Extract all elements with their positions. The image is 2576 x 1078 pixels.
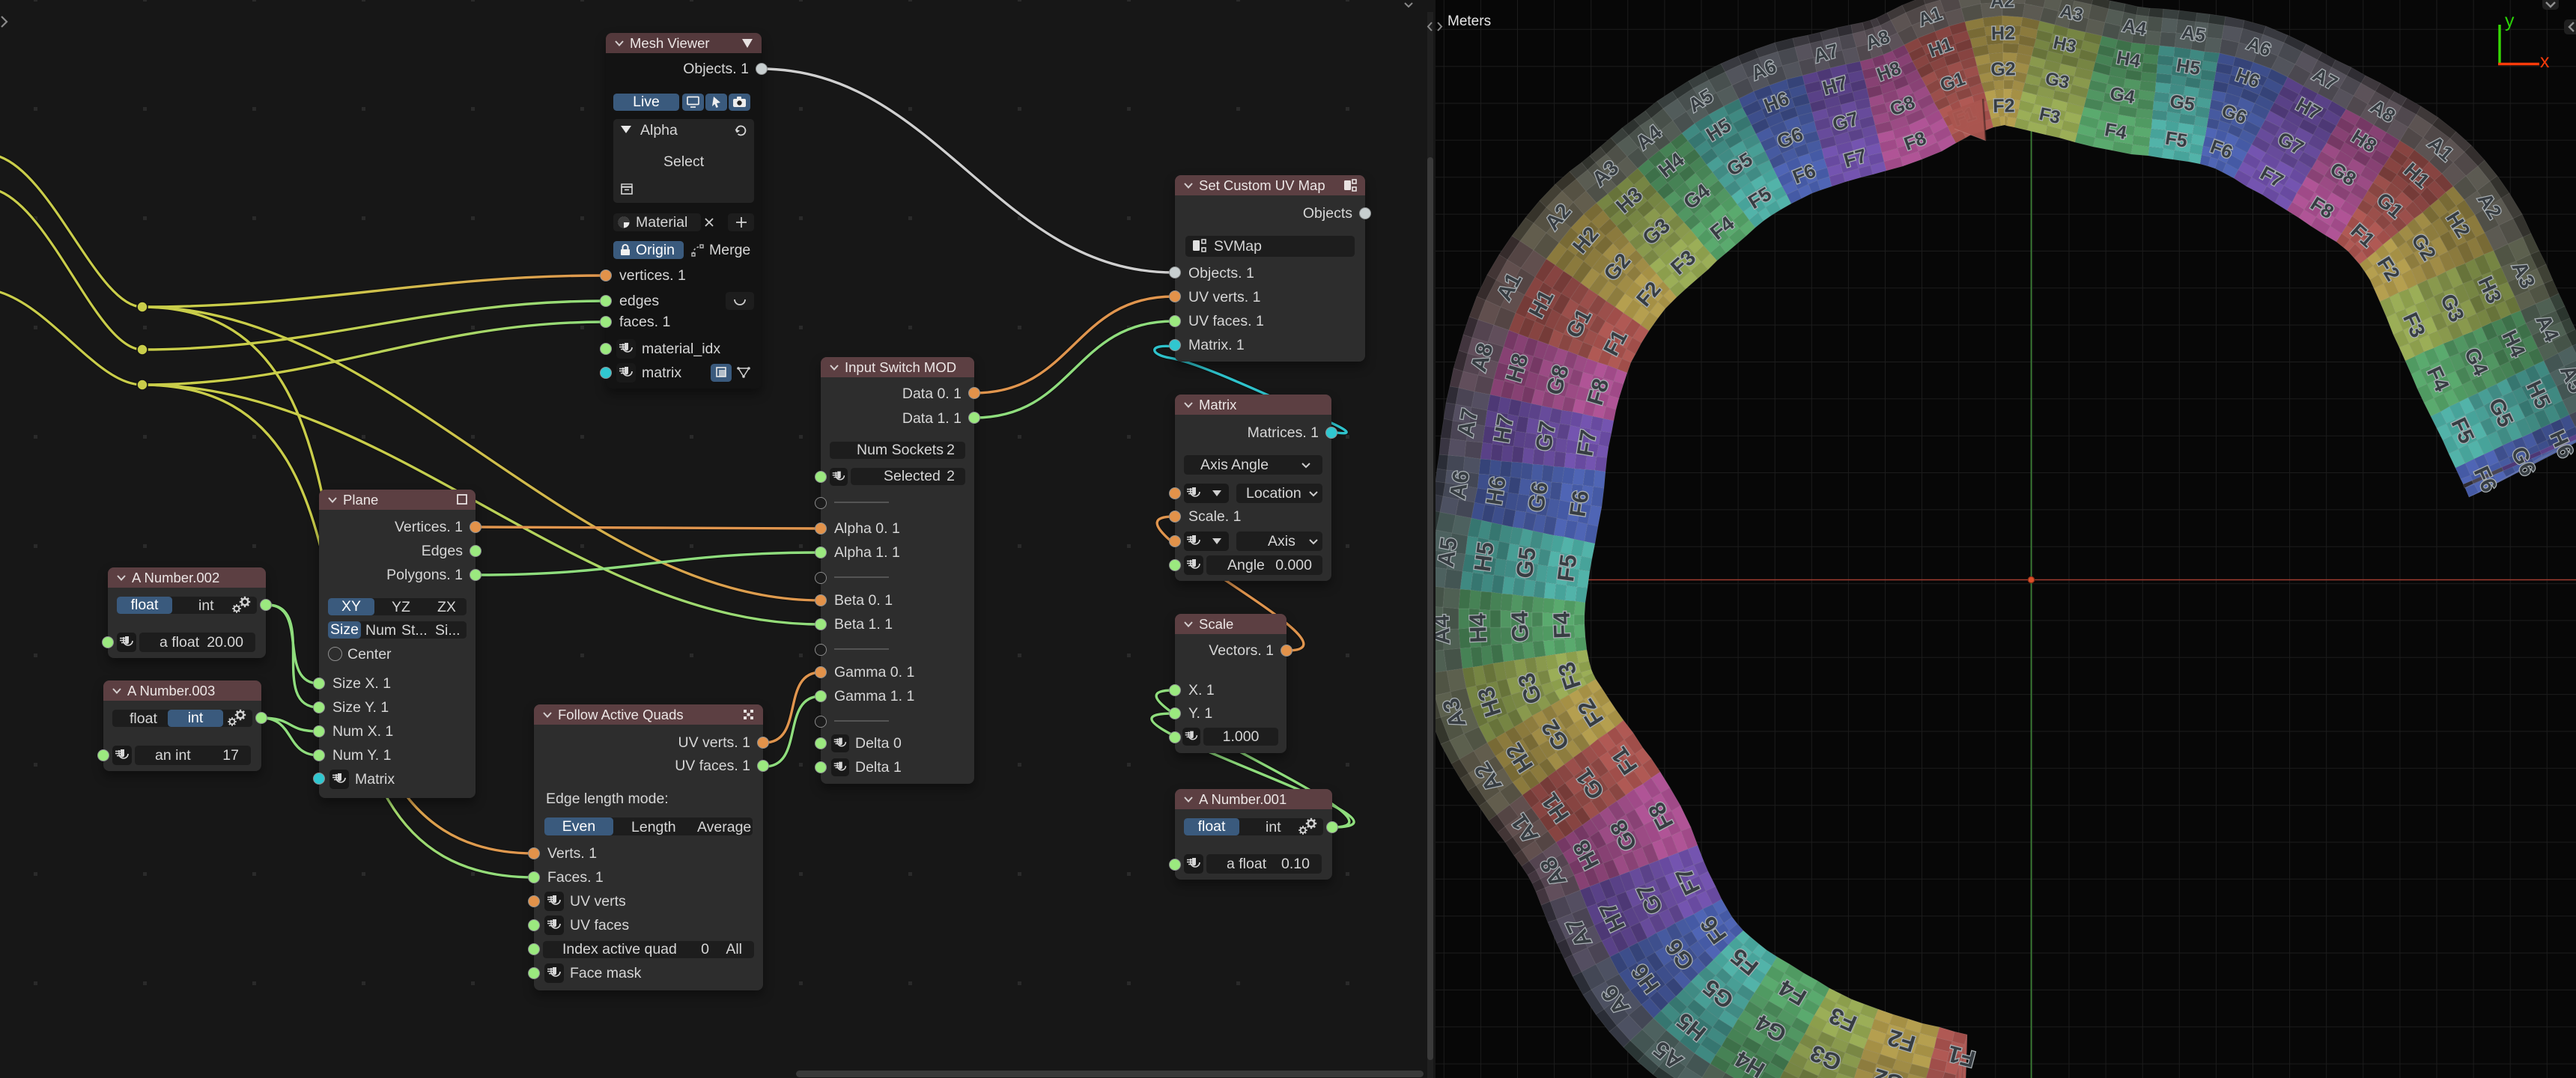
- svg-text:H6: H6: [1482, 475, 1510, 507]
- svg-text:A7: A7: [1453, 406, 1483, 439]
- svg-text:A6: A6: [1445, 469, 1474, 501]
- svg-text:H4: H4: [2115, 47, 2142, 72]
- svg-text:H4: H4: [1465, 612, 1492, 644]
- svg-text:F4: F4: [1549, 611, 1576, 639]
- svg-text:A2: A2: [1990, 0, 2015, 12]
- svg-text:G5: G5: [2169, 91, 2196, 115]
- svg-text:H5: H5: [1469, 540, 1499, 573]
- svg-text:G6: G6: [1524, 480, 1553, 514]
- svg-text:G5: G5: [1511, 546, 1541, 580]
- svg-text:G7: G7: [1531, 419, 1561, 453]
- svg-text:F4: F4: [2103, 119, 2128, 144]
- svg-text:F2: F2: [1993, 95, 2015, 117]
- svg-text:F6: F6: [1565, 489, 1594, 519]
- svg-text:Meters: Meters: [1448, 13, 1491, 29]
- svg-text:F5: F5: [2164, 127, 2189, 151]
- svg-text:y: y: [2505, 10, 2515, 31]
- svg-text:A4: A4: [1436, 614, 1455, 645]
- svg-text:H5: H5: [2175, 55, 2202, 79]
- svg-text:G2: G2: [1990, 58, 2016, 80]
- svg-text:G4: G4: [2108, 83, 2136, 108]
- svg-text:A5: A5: [1436, 536, 1462, 569]
- svg-text:A5: A5: [2180, 22, 2207, 46]
- svg-text:H7: H7: [1489, 412, 1519, 445]
- svg-text:F5: F5: [1552, 552, 1582, 583]
- svg-text:F7: F7: [1573, 428, 1601, 458]
- svg-text:A4: A4: [2121, 15, 2148, 40]
- svg-text:x: x: [2540, 51, 2550, 72]
- svg-text:H2: H2: [1991, 22, 2016, 44]
- svg-text:G4: G4: [1506, 610, 1533, 642]
